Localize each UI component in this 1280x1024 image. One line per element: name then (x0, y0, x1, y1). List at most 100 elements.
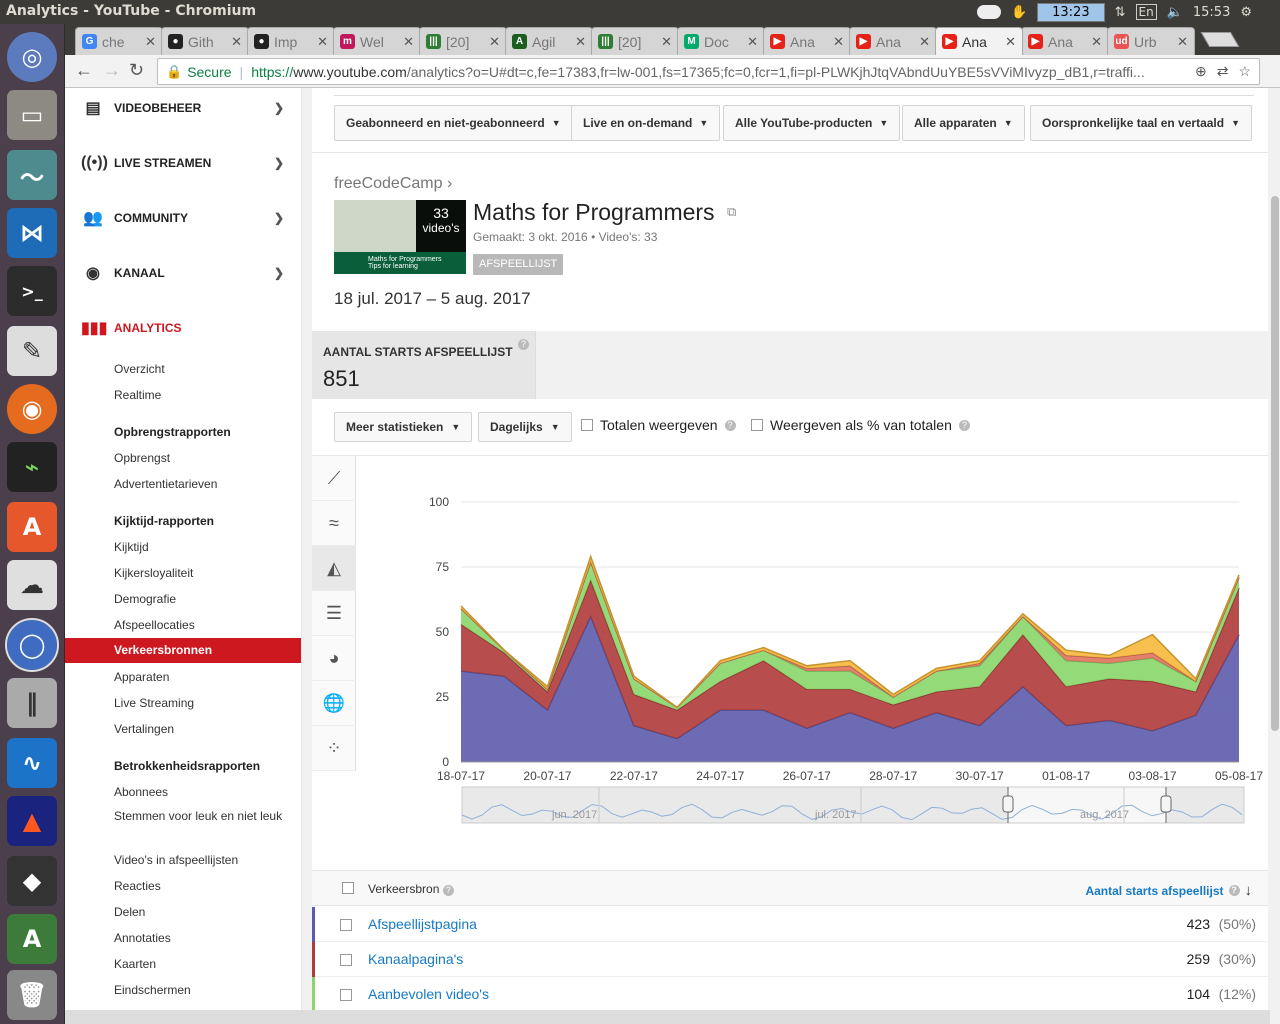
bar-chart-icon[interactable]: ☰ (312, 591, 356, 636)
filter-dropdown[interactable]: Alle YouTube-producten ▼ (723, 105, 901, 141)
show-totals-checkbox[interactable]: Totalen weergeven? (581, 417, 736, 433)
traffic-source-link[interactable]: Aanbevolen video's (368, 986, 489, 1002)
show-percent-checkbox[interactable]: Weergeven als % van totalen? (751, 417, 970, 433)
timer-indicator[interactable]: 13:23 (1037, 2, 1105, 22)
multiline-chart-icon[interactable]: ≈ (312, 501, 356, 546)
browser-tab[interactable]: ● Gith ✕ (161, 27, 249, 55)
sidebar-item[interactable]: Overzicht (114, 360, 294, 378)
sidebar-item[interactable]: Delen (114, 903, 294, 921)
touch-icon[interactable]: ✋ (1011, 5, 1027, 20)
breadcrumb[interactable]: freeCodeCamp › (334, 175, 452, 193)
browser-tab[interactable]: ud Urb ✕ (1107, 27, 1195, 55)
back-arrow-icon[interactable]: ← (75, 60, 93, 81)
close-tab-icon[interactable]: ✕ (403, 34, 414, 50)
help-icon[interactable]: ? (1228, 885, 1240, 896)
sidebar-item[interactable]: Stemmen voor leuk en niet leuk (114, 807, 294, 825)
row-checkbox[interactable] (340, 918, 352, 934)
browser-tab[interactable]: ||| [20] ✕ (591, 27, 679, 55)
breadcrumb-channel[interactable]: freeCodeCamp (334, 175, 443, 192)
browser-tab[interactable]: M Doc ✕ (677, 27, 765, 55)
close-tab-icon[interactable]: ✕ (1091, 34, 1102, 50)
sidebar-item[interactable]: Kaarten (114, 955, 294, 973)
zoom-icon[interactable]: ⊕ (1195, 63, 1207, 80)
new-tab-button[interactable] (1200, 32, 1240, 47)
sidebar-item[interactable]: Verkeersbronnen (65, 638, 301, 663)
url-text[interactable]: https://www.youtube.com/analytics?o=U#dt… (251, 64, 1195, 80)
column-header-metric[interactable]: Aantal starts afspeellijst? ↓ (1085, 882, 1252, 899)
close-tab-icon[interactable]: ✕ (317, 34, 328, 50)
browser-tab[interactable]: ▶ Ana ✕ (763, 27, 851, 55)
sidebar-item[interactable]: Abonnees (114, 783, 294, 801)
forward-arrow-icon[interactable]: → (103, 60, 121, 81)
metric-card[interactable]: AANTAL STARTS AFSPEELLIJST 851 ? (312, 331, 536, 399)
close-tab-icon[interactable]: ✕ (145, 34, 156, 50)
sidebar-section-live[interactable]: ((•)) LIVE STREAMEN ❯ (65, 146, 301, 180)
browser-tab[interactable]: ▶ Ana ✕ (1021, 27, 1109, 55)
sidebar-item[interactable]: Afspeellocaties (114, 616, 294, 634)
sidebar-item[interactable]: Opbrengst (114, 449, 294, 467)
sidebar-item[interactable]: Kijktijd-rapporten (114, 512, 294, 530)
row-checkbox[interactable] (340, 953, 352, 969)
browser-tab[interactable]: A Agil ✕ (505, 27, 593, 55)
table-row[interactable]: Kanaalpagina's 259 (30%) (312, 942, 1268, 977)
sidebar-section-videobeheer[interactable]: ▤ VIDEOBEHEER ❯ (65, 91, 301, 125)
filter-dropdown[interactable]: Live en on-demand ▼ (571, 105, 721, 141)
browser-tab[interactable]: m Wel ✕ (333, 27, 421, 55)
firefox-icon[interactable]: ◉ (7, 384, 57, 434)
sidebar-item[interactable]: Live Streaming (114, 694, 294, 712)
close-tab-icon[interactable]: ✕ (661, 34, 672, 50)
checkbox[interactable] (751, 419, 763, 431)
terminal-icon[interactable]: >_ (7, 266, 57, 316)
granularity-dropdown[interactable]: Dagelijks ▼ (478, 412, 572, 442)
close-tab-icon[interactable]: ✕ (833, 34, 844, 50)
line-chart-icon[interactable]: ⟋ (312, 456, 356, 501)
sort-down-arrow-icon[interactable]: ↓ (1245, 882, 1253, 899)
help-icon[interactable]: ? (958, 419, 970, 431)
playlist-thumbnail[interactable]: 33 video's Maths for Programmers Tips for … (334, 200, 466, 274)
sidebar-item[interactable]: Apparaten (114, 668, 294, 686)
sheep-app-icon[interactable]: ☁ (7, 560, 57, 610)
browser-tab[interactable]: ||| [20] ✕ (419, 27, 507, 55)
help-icon[interactable]: ? (518, 339, 529, 350)
navigator-handle[interactable] (1160, 795, 1172, 813)
address-bar[interactable]: 🔒 Secure | https://www.youtube.com/analy… (157, 58, 1260, 85)
sidebar-item[interactable]: Kijktijd (114, 538, 294, 556)
browser-tab[interactable]: ▶ Ana ✕ (849, 27, 937, 55)
oscilloscope-icon[interactable]: ∿ (7, 738, 57, 788)
software-center-icon[interactable]: A (7, 502, 57, 552)
help-icon[interactable]: ? (724, 419, 736, 431)
close-tab-icon[interactable]: ✕ (1177, 34, 1188, 50)
vscode-icon[interactable]: ⋈ (7, 208, 57, 258)
sidebar-section-community[interactable]: 👥 COMMUNITY ❯ (65, 201, 301, 235)
browser-tab[interactable]: ▶ Ana ✕ (935, 27, 1023, 55)
sidebar-section-analytics[interactable]: ▮▮▮ ANALYTICS (65, 311, 301, 345)
sidebar-section-kanaal[interactable]: ◉ KANAAL ❯ (65, 256, 301, 290)
sidebar-item[interactable]: Annotaties (114, 929, 294, 947)
updater-icon[interactable]: A (7, 914, 57, 964)
sheep-icon[interactable] (976, 5, 1001, 19)
filter-dropdown[interactable]: Oorspronkelijke taal en vertaald ▼ (1030, 105, 1252, 141)
row-checkbox[interactable] (340, 988, 352, 1004)
bubble-chart-icon[interactable]: ⁘ (312, 726, 356, 771)
horizontal-scrollbar[interactable] (65, 1010, 1270, 1024)
scrollbar-thumb[interactable] (1271, 196, 1279, 731)
sidebar-item[interactable]: Video's in afspeellijsten (114, 851, 294, 869)
ubuntu-dash-icon[interactable]: ◎ (7, 32, 57, 82)
sidebar-item[interactable]: Reacties (114, 877, 294, 895)
close-tab-icon[interactable]: ✕ (575, 34, 586, 50)
map-icon[interactable]: 🌐 (312, 681, 356, 726)
sidebar-item[interactable]: Kijkersloyaliteit (114, 564, 294, 582)
text-editor-icon[interactable]: ✎ (7, 326, 57, 376)
settings-gear-icon[interactable]: ⚙ (1240, 5, 1252, 20)
reload-icon[interactable]: ↻ (129, 60, 144, 81)
sidebar-item[interactable]: Realtime (114, 386, 294, 404)
translate-icon[interactable]: ⇄ (1217, 63, 1229, 80)
close-tab-icon[interactable]: ✕ (489, 34, 500, 50)
filter-dropdown[interactable]: Geabonneerd en niet-geabonneerd ▼ (334, 105, 573, 141)
volume-icon[interactable]: 🔈 (1167, 5, 1183, 20)
system-monitor-icon[interactable]: ⌁ (7, 442, 57, 492)
external-link-icon[interactable]: ⧉ (727, 204, 736, 220)
sidebar-item[interactable]: Demografie (114, 590, 294, 608)
sidebar-item[interactable]: Opbrengstrapporten (114, 423, 294, 441)
close-tab-icon[interactable]: ✕ (747, 34, 758, 50)
